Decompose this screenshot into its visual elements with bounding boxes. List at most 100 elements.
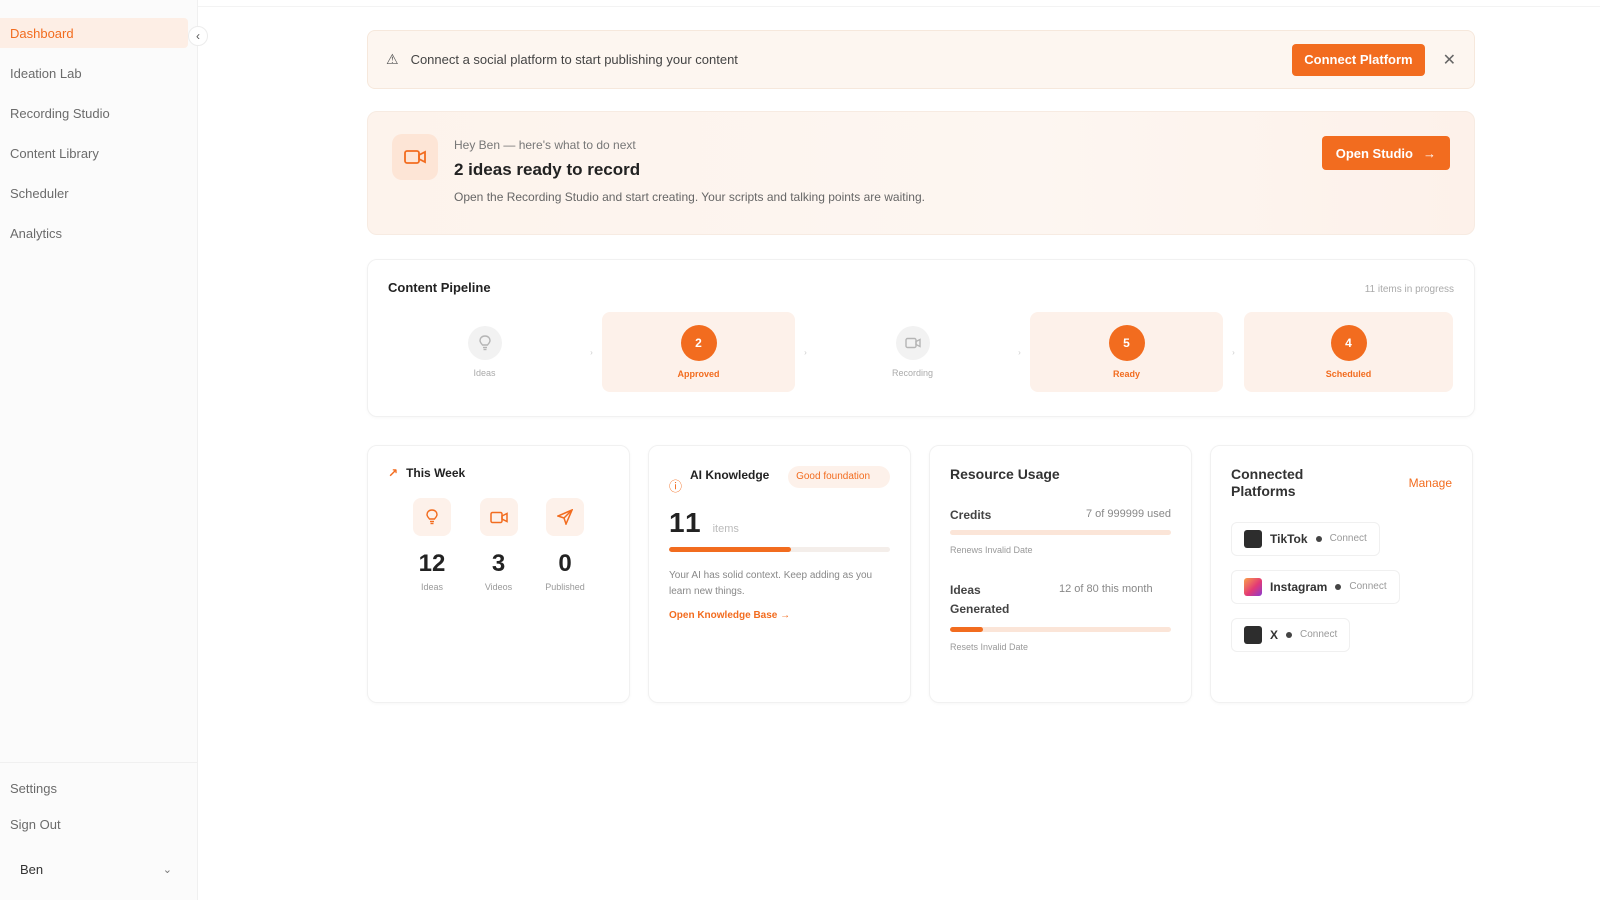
platform-name: X <box>1270 627 1279 642</box>
this-week-stats: 12 Ideas 3 Videos 0 Published <box>388 498 609 592</box>
stat-videos: 3 Videos <box>469 498 529 592</box>
video-camera-icon <box>479 498 518 536</box>
user-name: Ben <box>20 861 44 877</box>
ideas-reset-note: Resets Invalid Date <box>950 642 1029 653</box>
knowledge-progress-fill <box>669 547 791 552</box>
ai-knowledge-count: 11 items <box>669 507 890 539</box>
chevron-right-icon: › <box>590 347 593 357</box>
stage-label: Recording <box>891 368 934 378</box>
sidebar: Dashboard Ideation Lab Recording Studio … <box>0 0 198 900</box>
ai-knowledge-header: ⓘ AI Knowledge Good foundation <box>669 466 890 495</box>
video-camera-icon <box>392 134 438 180</box>
platform-name: Instagram <box>1270 579 1328 594</box>
content-pipeline-card: Content Pipeline 11 items in progress Id… <box>367 259 1475 417</box>
main-content: ⚠ Connect a social platform to start pub… <box>367 30 1475 703</box>
send-icon <box>546 498 584 536</box>
lightbulb-icon <box>413 498 451 536</box>
stage-label: Scheduled <box>1325 369 1372 379</box>
stat-label: Ideas <box>420 582 444 592</box>
sidebar-item-content-library[interactable]: Content Library <box>0 138 188 168</box>
stage-approved[interactable]: 2 Approved <box>602 312 795 392</box>
lightbulb-icon <box>467 326 502 360</box>
ai-knowledge-description: Your AI has solid context. Keep adding a… <box>669 570 873 597</box>
app-root: Dashboard Ideation Lab Recording Studio … <box>0 0 1600 900</box>
ideas-generated-label: Ideas Generated <box>950 583 1010 617</box>
ideas-progress-bar <box>950 627 1171 633</box>
arrow-right-icon: → <box>1423 145 1436 161</box>
platform-instagram[interactable]: Instagram Connect <box>1231 569 1400 604</box>
stat-ideas: 12 Ideas <box>402 498 462 592</box>
this-week-card: ↗ This Week 12 Ideas 3 Videos 0 Publishe… <box>367 445 630 703</box>
hero-text: Hey Ben — here's what to do next 2 ideas… <box>454 134 1450 212</box>
stat-label: Videos <box>484 582 513 592</box>
connected-platforms-title: Connected Platforms <box>1231 466 1304 499</box>
stat-value: 3 <box>491 550 506 577</box>
close-icon[interactable]: ✕ <box>1443 50 1456 70</box>
status-badge: Good foundation <box>788 466 890 488</box>
sidebar-nav: Dashboard Ideation Lab Recording Studio … <box>0 18 188 258</box>
manage-platforms-link[interactable]: Manage <box>1409 476 1452 490</box>
this-week-title: This Week <box>406 466 466 480</box>
user-menu[interactable]: Ben ⌄ <box>0 849 198 889</box>
credits-row: Credits 7 of 999999 used <box>950 508 1171 522</box>
platform-connect-action: Connect <box>1349 581 1387 593</box>
dashboard-widgets: ↗ This Week 12 Ideas 3 Videos 0 Publishe… <box>367 445 1475 703</box>
stage-count: 2 <box>680 325 717 361</box>
resource-usage-card: Resource Usage Credits 7 of 999999 used … <box>929 445 1192 703</box>
alert-text: Connect a social platform to start publi… <box>410 52 738 67</box>
tiktok-icon <box>1244 529 1262 548</box>
hero-headline: 2 ideas ready to record <box>454 160 641 179</box>
credits-renew-note: Renews Invalid Date <box>950 545 1033 555</box>
x-icon <box>1244 625 1262 644</box>
stage-ideas[interactable]: Ideas <box>388 312 581 392</box>
knowledge-progress-bar <box>669 547 890 552</box>
platform-x[interactable]: X Connect <box>1231 617 1351 652</box>
chevron-right-icon: › <box>1232 347 1235 357</box>
pipeline-title: Content Pipeline <box>388 280 491 295</box>
ideas-progress-fill <box>950 627 984 633</box>
resource-usage-title: Resource Usage <box>950 466 1060 482</box>
credits-label: Credits <box>950 508 992 522</box>
warning-icon: ⚠ <box>386 51 399 67</box>
platform-tiktok[interactable]: TikTok Connect <box>1231 521 1380 556</box>
sidebar-item-sign-out[interactable]: Sign Out <box>0 809 198 839</box>
platform-connect-action: Connect <box>1329 533 1367 545</box>
stat-value: 0 <box>558 550 572 577</box>
stage-ready[interactable]: 5 Ready <box>1030 312 1223 392</box>
stage-scheduled[interactable]: 4 Scheduled <box>1244 312 1453 392</box>
platform-connect-action: Connect <box>1300 629 1338 641</box>
open-studio-label: Open Studio <box>1335 145 1413 161</box>
stage-count: 4 <box>1330 325 1367 361</box>
chevron-left-icon: ‹ <box>196 29 200 43</box>
sidebar-item-dashboard[interactable]: Dashboard <box>0 18 188 48</box>
stage-label: Ideas <box>473 368 496 378</box>
open-knowledge-base-link[interactable]: Open Knowledge Base → <box>669 610 890 621</box>
connect-platform-alert: ⚠ Connect a social platform to start pub… <box>367 30 1475 89</box>
sidebar-footer: Settings Sign Out Ben ⌄ <box>0 762 198 889</box>
sidebar-item-analytics[interactable]: Analytics <box>0 218 188 248</box>
ideas-generated-value: 12 of 80 this month <box>1059 583 1153 595</box>
ideas-generated-row: Ideas Generated 12 of 80 this month <box>950 581 1171 619</box>
sidebar-collapse-button[interactable]: ‹ <box>188 26 208 46</box>
this-week-header: ↗ This Week <box>388 466 609 480</box>
connected-platforms-card: Connected Platforms Manage TikTok Connec… <box>1210 445 1473 703</box>
sidebar-item-ideation-lab[interactable]: Ideation Lab <box>0 58 188 88</box>
open-studio-button[interactable]: Open Studio → <box>1321 136 1450 170</box>
pipeline-stages: Ideas › 2 Approved › Recording › 5 Ready… <box>388 312 1454 392</box>
chevron-right-icon: › <box>804 347 807 357</box>
chevron-down-icon: ⌄ <box>162 863 172 876</box>
stage-label: Approved <box>677 369 720 379</box>
sidebar-item-scheduler[interactable]: Scheduler <box>0 178 188 208</box>
sidebar-item-recording-studio[interactable]: Recording Studio <box>0 98 188 128</box>
credits-progress-bar <box>950 530 1171 535</box>
ai-knowledge-card: ⓘ AI Knowledge Good foundation 11 items … <box>648 445 911 703</box>
stat-published: 0 Published <box>535 498 595 592</box>
connect-platform-button[interactable]: Connect Platform <box>1292 43 1425 76</box>
sidebar-item-settings[interactable]: Settings <box>0 773 198 803</box>
chevron-right-icon: › <box>1018 347 1021 357</box>
stage-recording[interactable]: Recording <box>816 312 1009 392</box>
video-camera-icon <box>895 326 930 360</box>
status-dot-icon <box>1335 583 1342 590</box>
connected-platforms-header: Connected Platforms Manage <box>1231 466 1452 500</box>
instagram-icon <box>1244 577 1262 596</box>
